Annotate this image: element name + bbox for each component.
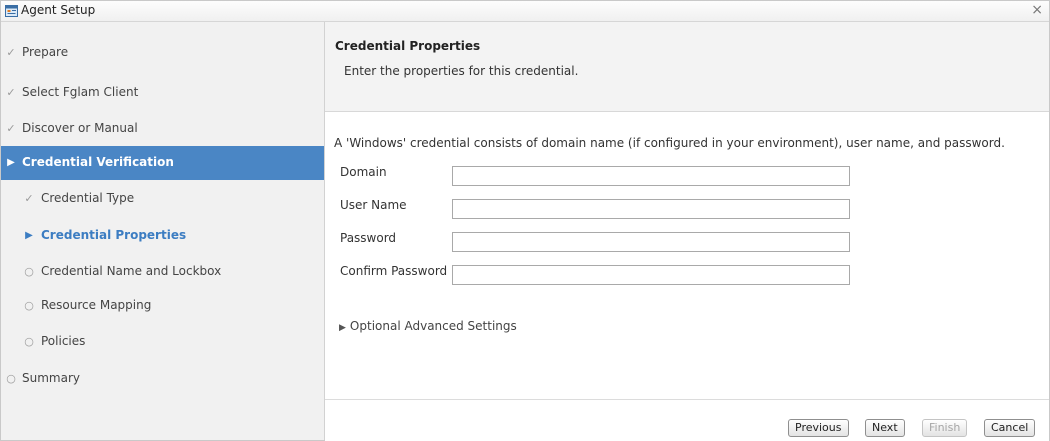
checkmark-icon: ✓ [6, 122, 16, 135]
sidebar-footer [1, 399, 325, 440]
circle-icon: ○ [24, 335, 34, 348]
step-label: Credential Name and Lockbox [41, 264, 222, 278]
title-bar: Agent Setup × [1, 1, 1049, 22]
step-label: Credential Verification [22, 155, 174, 169]
panel-header: Credential Properties Enter the properti… [325, 22, 1049, 112]
step-credential-type[interactable]: ✓ Credential Type [1, 182, 324, 216]
step-summary[interactable]: ○ Summary [1, 362, 324, 396]
step-label: Prepare [22, 45, 69, 59]
step-policies[interactable]: ○ Policies [1, 325, 324, 359]
step-credential-verification[interactable]: ▶ Credential Verification [1, 146, 324, 180]
checkmark-icon: ✓ [6, 86, 16, 99]
confirm-password-field[interactable] [452, 265, 850, 285]
panel-title: Credential Properties [335, 39, 481, 53]
password-label: Password [340, 231, 397, 245]
wizard-steps-sidebar: ✓ Prepare ✓ Select Fglam Client ✓ Discov… [1, 22, 325, 399]
next-button[interactable]: Next [865, 419, 905, 437]
previous-button[interactable]: Previous [788, 419, 849, 437]
password-field[interactable] [452, 232, 850, 252]
agent-setup-dialog: Agent Setup × ✓ Prepare ✓ Select Fglam C… [0, 0, 1050, 441]
circle-icon: ○ [6, 372, 16, 385]
agent-setup-app-icon [5, 5, 18, 17]
domain-field[interactable] [452, 166, 850, 186]
arrow-right-icon: ▶ [7, 157, 15, 168]
step-label: Policies [41, 334, 86, 348]
optional-advanced-settings-label: Optional Advanced Settings [349, 319, 517, 333]
step-label: Summary [22, 371, 80, 385]
window-title: Agent Setup [21, 3, 96, 17]
step-credential-name-and-lockbox[interactable]: ○ Credential Name and Lockbox [1, 255, 324, 289]
checkmark-icon: ✓ [24, 192, 34, 205]
panel-subtitle: Enter the properties for this credential… [344, 64, 579, 78]
close-icon[interactable]: × [1031, 2, 1043, 18]
user-name-label: User Name [340, 198, 407, 212]
circle-icon: ○ [24, 265, 34, 278]
dialog-footer: Previous Next Finish Cancel [325, 399, 1049, 441]
checkmark-icon: ✓ [6, 46, 16, 59]
step-label: Discover or Manual [22, 121, 138, 135]
step-select-fglam-client[interactable]: ✓ Select Fglam Client [1, 76, 324, 110]
expand-arrow-icon: ▶ [339, 323, 346, 333]
step-label: Credential Properties [41, 228, 187, 242]
domain-label: Domain [340, 165, 387, 179]
step-label: Credential Type [41, 191, 135, 205]
step-resource-mapping[interactable]: ○ Resource Mapping [1, 289, 324, 323]
step-credential-properties[interactable]: ▶ Credential Properties [1, 219, 324, 253]
step-label: Resource Mapping [41, 298, 152, 312]
step-label: Select Fglam Client [22, 85, 139, 99]
user-name-field[interactable] [452, 199, 850, 219]
step-discover-or-manual[interactable]: ✓ Discover or Manual [1, 112, 324, 146]
finish-button: Finish [922, 419, 968, 437]
step-prepare[interactable]: ✓ Prepare [1, 36, 324, 70]
arrow-right-icon: ▶ [25, 230, 33, 241]
optional-advanced-settings-toggle[interactable]: ▶ Optional Advanced Settings [339, 319, 517, 333]
credential-description: A 'Windows' credential consists of domai… [334, 136, 1005, 150]
cancel-button[interactable]: Cancel [984, 419, 1036, 437]
circle-icon: ○ [24, 299, 34, 312]
confirm-password-label: Confirm Password [340, 264, 448, 278]
